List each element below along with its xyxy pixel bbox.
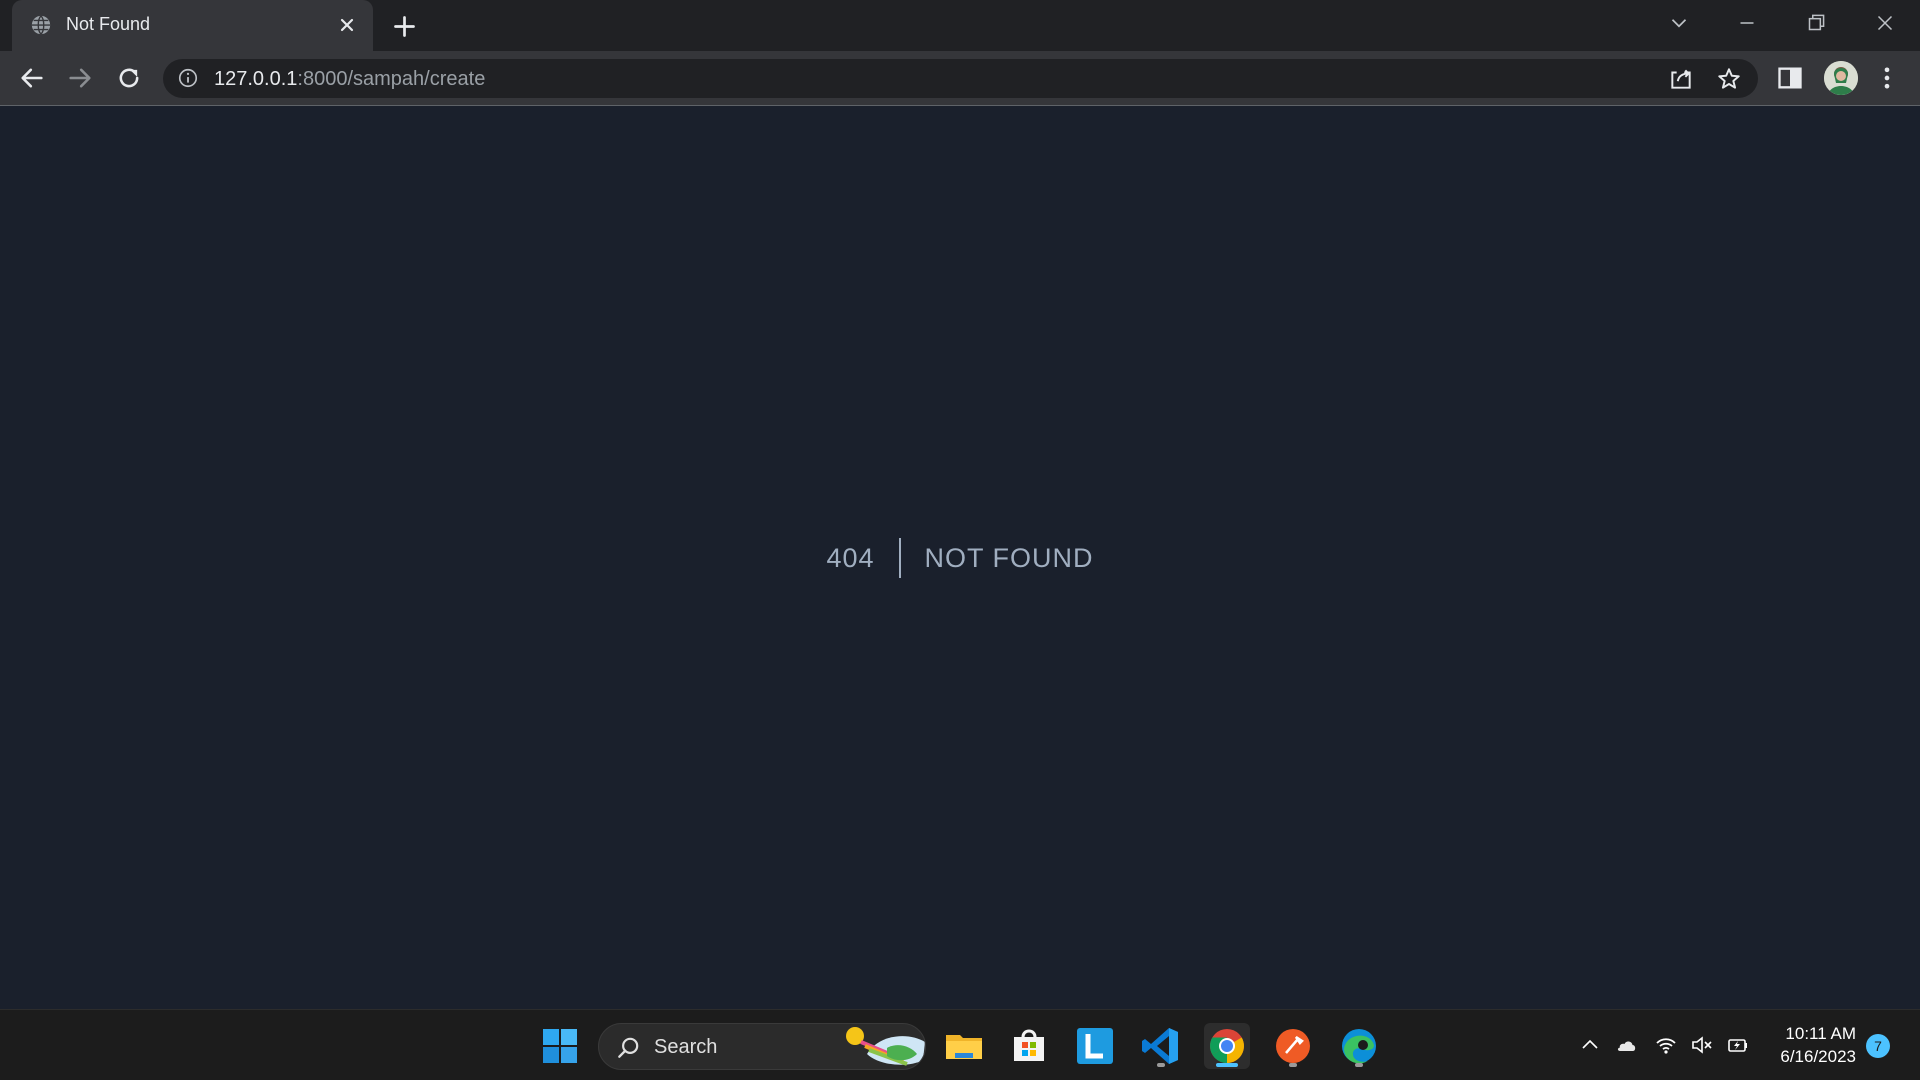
browser-window: Not Found 127.0.0.1:8000/sampah/create	[0, 0, 1920, 106]
taskbar-l-app[interactable]	[1072, 1023, 1118, 1069]
error-text: NOT FOUND	[924, 542, 1094, 573]
url-path: :8000/sampah/create	[297, 68, 486, 90]
taskbar-search[interactable]: Search	[598, 1023, 926, 1070]
clock-date: 6/16/2023	[1780, 1047, 1856, 1066]
start-button[interactable]	[537, 1023, 583, 1069]
url-text: 127.0.0.1:8000/sampah/create	[214, 68, 485, 91]
clock[interactable]: 10:11 AM 6/16/2023	[1760, 1022, 1856, 1068]
minimize-icon[interactable]	[1734, 10, 1760, 36]
search-icon	[618, 1037, 639, 1058]
profile-avatar[interactable]	[1824, 61, 1858, 95]
close-tab-icon[interactable]	[335, 13, 359, 37]
forward-icon[interactable]	[66, 64, 94, 92]
battery-charging-icon[interactable]	[1726, 1033, 1750, 1057]
tab-search-icon[interactable]	[1666, 10, 1692, 36]
tab-strip: Not Found	[0, 0, 1920, 51]
bookmark-star-icon[interactable]	[1716, 66, 1742, 92]
active-indicator	[1216, 1063, 1238, 1067]
back-icon[interactable]	[18, 64, 46, 92]
store-icon	[1014, 1029, 1044, 1061]
taskbar-chrome[interactable]	[1204, 1023, 1250, 1069]
address-bar[interactable]: 127.0.0.1:8000/sampah/create	[163, 59, 1758, 98]
taskbar-postman[interactable]	[1270, 1023, 1316, 1069]
running-indicator	[1157, 1063, 1165, 1067]
taskbar-file-explorer[interactable]	[941, 1023, 987, 1069]
error-code: 404	[826, 542, 875, 573]
tab-title: Not Found	[66, 14, 151, 34]
page-content: 404 NOT FOUND	[0, 106, 1920, 1009]
close-window-icon[interactable]	[1872, 10, 1898, 36]
url-host: 127.0.0.1	[214, 68, 298, 90]
onedrive-cloud-icon[interactable]	[1614, 1033, 1638, 1057]
l-app-icon	[1077, 1028, 1113, 1064]
taskbar-edge[interactable]	[1336, 1023, 1382, 1069]
windows-logo-icon	[543, 1029, 577, 1063]
notification-badge[interactable]: 7	[1866, 1034, 1890, 1058]
running-indicator	[1289, 1063, 1297, 1067]
running-indicator	[1355, 1063, 1363, 1067]
tab-not-found[interactable]: Not Found	[12, 0, 373, 51]
share-icon[interactable]	[1668, 66, 1694, 92]
new-tab-icon[interactable]	[391, 13, 418, 40]
menu-kebab-icon[interactable]	[1873, 64, 1901, 92]
search-highlight-icon	[846, 1027, 925, 1066]
info-icon[interactable]	[177, 67, 199, 89]
chevron-up-icon[interactable]	[1578, 1033, 1602, 1057]
avatar-image-icon	[1824, 61, 1858, 95]
speaker-muted-icon[interactable]	[1690, 1033, 1714, 1057]
taskbar-microsoft-store[interactable]	[1006, 1023, 1052, 1069]
taskbar-vscode[interactable]	[1138, 1023, 1184, 1069]
side-panel-icon[interactable]	[1776, 64, 1804, 92]
globe-icon	[31, 15, 51, 35]
search-label: Search	[654, 1036, 718, 1058]
wifi-icon[interactable]	[1654, 1033, 1678, 1057]
error-message: 404 NOT FOUND	[0, 538, 1920, 578]
browser-toolbar: 127.0.0.1:8000/sampah/create	[0, 51, 1920, 106]
reload-icon[interactable]	[115, 64, 143, 92]
restore-icon[interactable]	[1803, 10, 1829, 36]
clock-time: 10:11 AM	[1785, 1024, 1856, 1043]
taskbar: Search 10:11 AM 6/16/2023 7	[0, 1009, 1920, 1080]
folder-icon	[946, 1035, 982, 1059]
